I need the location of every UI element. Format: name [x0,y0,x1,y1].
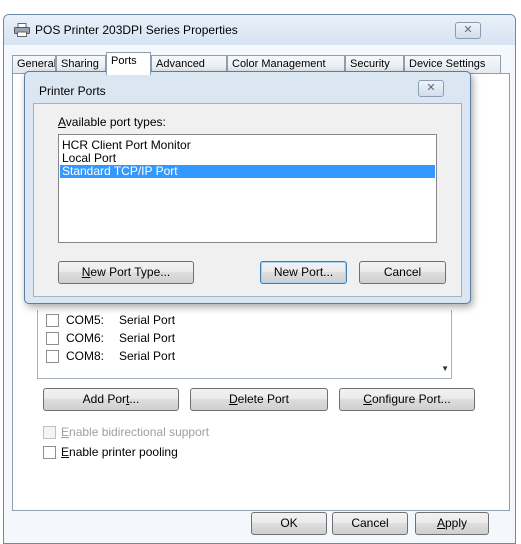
close-icon: ✕ [463,24,473,36]
printer-ports-dialog: Printer Ports ✕ Available port types: HC… [24,71,471,304]
title-bar: POS Printer 203DPI Series Properties ✕ [4,15,515,45]
ok-button[interactable]: OK [251,512,327,535]
dialog-body: Available port types: HCR Client Port Mo… [33,103,462,297]
port-name: COM8: [66,349,105,363]
port-description: Serial Port [119,313,176,327]
dialog-close-button[interactable]: ✕ [418,80,444,97]
new-port-button[interactable]: New Port... [260,261,347,284]
list-item-selected[interactable]: Standard TCP/IP Port [60,165,435,178]
dialog-cancel-button[interactable]: Cancel [359,261,446,284]
delete-port-button[interactable]: Delete Port [190,388,328,411]
cancel-button[interactable]: Cancel [332,512,408,535]
scroll-down-icon[interactable]: ▼ [441,364,449,373]
close-icon: ✕ [426,82,436,94]
configure-port-button[interactable]: Configure Port... [339,388,475,411]
port-description: Serial Port [119,349,176,363]
port-checkbox[interactable] [46,314,59,327]
port-list[interactable]: COM5: Serial Port COM6: Serial Port COM8… [37,310,452,379]
apply-button[interactable]: Apply [415,512,489,535]
dialog-title: Printer Ports [39,84,106,98]
checkbox-box[interactable] [43,446,56,459]
port-name: COM6: [66,331,105,345]
available-port-types-label: Available port types: [58,115,166,129]
add-port-button[interactable]: Add Port... [43,388,179,411]
list-item[interactable]: HCR Client Port Monitor [60,139,435,152]
checkbox-box[interactable] [43,426,56,439]
port-checkbox[interactable] [46,350,59,363]
window-title: POS Printer 203DPI Series Properties [35,23,238,37]
port-checkbox[interactable] [46,332,59,345]
window-close-button[interactable]: ✕ [455,22,481,39]
port-types-listbox[interactable]: HCR Client Port Monitor Local Port Stand… [58,134,437,243]
tab-ports[interactable]: Ports [106,52,151,75]
printer-icon [14,23,30,37]
new-port-type-button[interactable]: New Port Type... [58,261,194,284]
port-name: COM5: [66,313,105,327]
port-description: Serial Port [119,331,176,345]
